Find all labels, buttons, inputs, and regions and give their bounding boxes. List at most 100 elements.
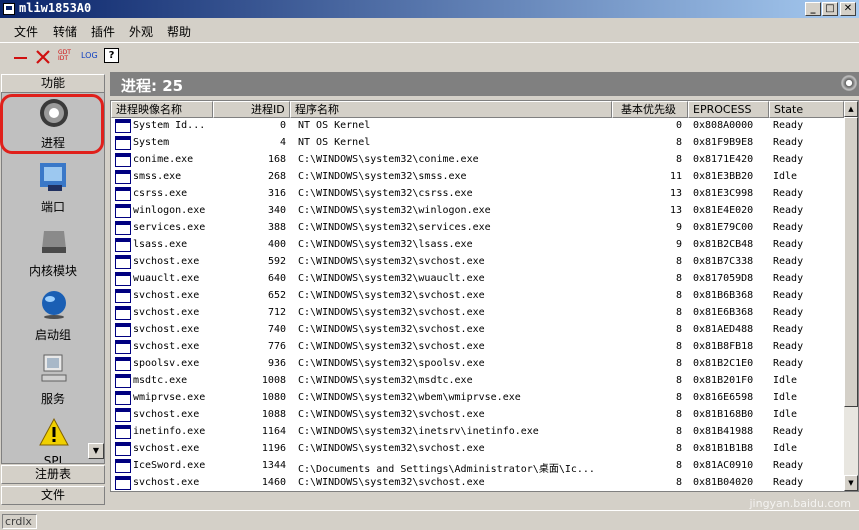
row-program-path: NT OS Kernel — [298, 137, 371, 148]
table-row[interactable]: svchost.exe 592 C:\WINDOWS\system32\svchos… — [111, 254, 844, 271]
gdt-idt-button[interactable]: GDT IDT — [58, 50, 76, 68]
process-count: 进程: 25 — [121, 77, 184, 95]
row-pid: 168 — [267, 154, 286, 165]
table-row[interactable]: lsass.exe 400 C:\WINDOWS\system32\lsass.ex… — [111, 237, 844, 254]
process-icon — [115, 357, 131, 371]
row-pid: 340 — [267, 205, 286, 216]
scroll-up-button[interactable]: ▲ — [844, 101, 858, 117]
toolbar: GDT IDT LOG ? — [0, 42, 859, 70]
row-state: Ready — [773, 460, 804, 471]
table-row[interactable]: inetinfo.exe 1164 C:\WINDOWS\system32\inet… — [111, 424, 844, 441]
nav-header-files[interactable]: 文件 — [1, 486, 105, 505]
column-header-program[interactable]: 程序名称 — [290, 101, 612, 118]
column-header-eprocess[interactable]: EPROCESS — [688, 101, 769, 118]
column-header-image-name[interactable]: 进程映像名称 — [111, 101, 213, 118]
table-row[interactable]: svchost.exe 740 C:\WINDOWS\system32\svchos… — [111, 322, 844, 339]
table-row[interactable]: svchost.exe 652 C:\WINDOWS\system32\svchos… — [111, 288, 844, 305]
column-header-state[interactable]: State — [769, 101, 844, 118]
row-state: Idle — [773, 171, 798, 182]
table-row[interactable]: csrss.exe 316 C:\WINDOWS\system32\csrss.ex… — [111, 186, 844, 203]
nav-item-ports[interactable]: 端口 — [2, 159, 104, 221]
process-icon — [115, 221, 131, 235]
row-eprocess: 0x81B7C338 — [693, 256, 754, 267]
row-state: Idle — [773, 409, 798, 420]
minus-icon[interactable] — [12, 48, 30, 66]
row-eprocess: 0x81F9B9E8 — [693, 137, 754, 148]
row-pid: 1088 — [261, 409, 286, 420]
table-row[interactable]: System 4 NT OS Kernel 8 0x81F9B9E8 Ready — [111, 135, 844, 152]
row-state: Ready — [773, 341, 804, 352]
column-header-priority[interactable]: 基本优先级 — [612, 101, 688, 118]
row-image-name: smss.exe — [133, 171, 182, 182]
row-pid: 652 — [267, 290, 286, 301]
row-priority: 8 — [675, 273, 682, 284]
warning-icon — [38, 417, 70, 449]
table-row[interactable]: smss.exe 268 C:\WINDOWS\system32\smss.exe 1… — [111, 169, 844, 186]
row-image-name: wmiprvse.exe — [133, 392, 206, 403]
row-state: Ready — [773, 239, 804, 250]
globe-icon — [38, 289, 70, 321]
delete-icon[interactable] — [34, 48, 52, 66]
title-bar: mliw1853A0 _ □ ✕ — [0, 0, 859, 18]
app-icon — [3, 3, 15, 15]
menu-plugins[interactable]: 插件 — [91, 23, 115, 40]
row-state: Ready — [773, 120, 804, 131]
nav-header-registry[interactable]: 注册表 — [1, 465, 105, 484]
watermark: jingyan.baidu.com — [749, 497, 851, 510]
row-program-path: C:\WINDOWS\system32\msdtc.exe — [298, 375, 473, 386]
table-row[interactable]: conime.exe 168 C:\WINDOWS\system32\conime.… — [111, 152, 844, 169]
minimize-button[interactable]: _ — [805, 2, 821, 16]
close-button[interactable]: ✕ — [840, 2, 856, 16]
process-icon — [115, 408, 131, 422]
row-program-path: C:\WINDOWS\system32\svchost.exe — [298, 324, 485, 335]
menu-help[interactable]: 帮助 — [167, 23, 191, 40]
vertical-scrollbar[interactable]: ▲ ▼ — [844, 101, 858, 491]
nav-item-kernel-modules[interactable]: 内核模块 — [2, 223, 104, 285]
nav-item-services[interactable]: 服务 — [2, 351, 104, 413]
table-row[interactable]: msdtc.exe 1008 C:\WINDOWS\system32\msdtc.e… — [111, 373, 844, 390]
table-row[interactable]: svchost.exe 776 C:\WINDOWS\system32\svchos… — [111, 339, 844, 356]
row-pid: 0 — [279, 120, 286, 131]
maximize-button[interactable]: □ — [822, 2, 838, 16]
nav-header-functions[interactable]: 功能 — [1, 74, 105, 93]
row-image-name: wuauclt.exe — [133, 273, 200, 284]
scroll-thumb[interactable] — [844, 117, 858, 407]
menu-dump[interactable]: 转储 — [53, 23, 77, 40]
row-pid: 640 — [267, 273, 286, 284]
table-row[interactable]: svchost.exe 1196 C:\WINDOWS\system32\svcho… — [111, 441, 844, 458]
row-eprocess: 0x81B2CB48 — [693, 239, 754, 250]
menu-appearance[interactable]: 外观 — [129, 23, 153, 40]
row-priority: 13 — [669, 205, 682, 216]
log-button[interactable]: LOG — [81, 51, 101, 69]
row-eprocess: 0x81B8FB18 — [693, 341, 754, 352]
table-row[interactable]: IceSword.exe 1344 C:\Documents and Setting… — [111, 458, 844, 475]
help-button[interactable]: ? — [104, 48, 119, 63]
row-image-name: services.exe — [133, 222, 206, 233]
table-row[interactable]: svchost.exe 712 C:\WINDOWS\system32\svchos… — [111, 305, 844, 322]
process-icon — [115, 476, 131, 490]
column-header-pid[interactable]: 进程ID — [213, 101, 290, 118]
table-row[interactable]: winlogon.exe 340 C:\WINDOWS\system32\winlo… — [111, 203, 844, 220]
table-row[interactable]: spoolsv.exe 936 C:\WINDOWS\system32\spools… — [111, 356, 844, 373]
scroll-down-button[interactable]: ▼ — [844, 475, 858, 491]
table-row[interactable]: svchost.exe 1460 C:\WINDOWS\system32\svcho… — [111, 475, 844, 491]
row-image-name: inetinfo.exe — [133, 426, 206, 437]
row-eprocess: 0x817059D8 — [693, 273, 754, 284]
menu-file[interactable]: 文件 — [14, 23, 38, 40]
table-row[interactable]: wuauclt.exe 640 C:\WINDOWS\system32\wuaucl… — [111, 271, 844, 288]
nav-item-startup[interactable]: 启动组 — [2, 287, 104, 349]
table-row[interactable]: System Id... 0 NT OS Kernel 0 0x808A0000 Read… — [111, 118, 844, 135]
row-state: Ready — [773, 222, 804, 233]
row-pid: 4 — [279, 137, 286, 148]
row-program-path: C:\WINDOWS\system32\smss.exe — [298, 171, 467, 182]
row-pid: 1164 — [261, 426, 286, 437]
refresh-icon[interactable] — [841, 75, 857, 91]
table-row[interactable]: services.exe 388 C:\WINDOWS\system32\servi… — [111, 220, 844, 237]
row-program-path: C:\WINDOWS\system32\svchost.exe — [298, 477, 485, 488]
table-row[interactable]: svchost.exe 1088 C:\WINDOWS\system32\svcho… — [111, 407, 844, 424]
nav-scroll-down-button[interactable]: ▼ — [88, 443, 104, 459]
table-row[interactable]: wmiprvse.exe 1080 C:\WINDOWS\system32\wbem… — [111, 390, 844, 407]
row-program-path: C:\WINDOWS\system32\conime.exe — [298, 154, 479, 165]
row-state: Idle — [773, 392, 798, 403]
row-eprocess: 0x81E4E020 — [693, 205, 754, 216]
